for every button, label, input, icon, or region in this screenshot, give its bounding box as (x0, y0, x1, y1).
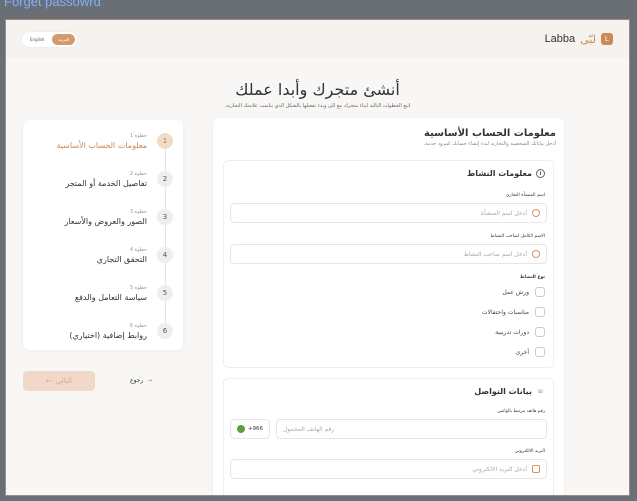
phone-label: رقم هاتف مرتبط بالواتس (497, 409, 545, 414)
step-circle: 5 (157, 285, 173, 301)
step-label: سياسة التعامل والدفع (74, 292, 147, 302)
step-6[interactable]: خطوة 6 روابط إضافية (اختياري) 6 (33, 316, 173, 346)
step-number-label: خطوة 1 (129, 132, 147, 139)
next-step-button[interactable]: ← التالي (23, 371, 95, 391)
brand-name-ar: لبّى (580, 33, 596, 46)
step-number-label: خطوة 4 (129, 246, 147, 253)
step-4[interactable]: خطوة 4 التحقق التجاري 4 (33, 240, 173, 270)
step-number-label: خطوة 5 (129, 284, 147, 291)
phone-row: +966 رقم الهاتف المحمول (224, 419, 553, 439)
saudi-flag-icon (236, 425, 245, 433)
contact-section: بيانات التواصل ☏ رقم هاتف مرتبط بالواتس … (223, 378, 554, 495)
step-number-label: خطوة 2 (129, 170, 147, 177)
activity-section: معلومات النشاط i اسم المنشأة التجاري أدخ… (223, 160, 554, 368)
lang-arabic[interactable]: العربية (52, 33, 76, 45)
option-label: ورش عمل (502, 288, 529, 296)
option-label: دورات تدريبية (495, 328, 529, 336)
option-label: مناسبات واحتفالات (481, 308, 529, 316)
checkbox[interactable] (535, 327, 545, 337)
owner-name-placeholder: أدخل اسم صاحب النشاط (463, 250, 527, 258)
activity-type-option[interactable]: دورات تدريبية (495, 327, 545, 337)
business-name-label: اسم المنشأة التجاري (505, 193, 545, 198)
form-subtitle: أدخل بياناتك الشخصية والتجارية لبدء إنشا… (423, 141, 557, 147)
email-label: البريد الالكتروني (514, 449, 545, 454)
step-circle: 4 (157, 247, 173, 263)
step-label: الصور والعروض والأسعار (64, 216, 147, 226)
brand-logo-icon: L (601, 33, 613, 45)
step-circle: 1 (157, 133, 173, 149)
hero: أنشئ متجرك وأبدا عملك اتبع الخطوات التال… (6, 80, 629, 109)
step-number-label: خطوة 3 (129, 208, 147, 215)
page-subtitle: اتبع الخطوات التالية لبناء متجرك مع لبّى… (224, 103, 411, 109)
top-bar: English العربية Labba لبّى L (6, 20, 629, 58)
activity-section-title: معلومات النشاط (467, 169, 532, 178)
step-circle: 6 (157, 323, 173, 339)
arrow-right-icon: → (147, 377, 153, 384)
step-label: روابط إضافية (اختياري) (69, 330, 147, 340)
step-label: معلومات الحساب الأساسية (56, 140, 147, 150)
checkbox[interactable] (535, 307, 545, 317)
lang-english[interactable]: English (24, 34, 50, 45)
contact-section-title: بيانات التواصل (474, 387, 532, 396)
info-icon: i (536, 169, 545, 178)
phone-placeholder: رقم الهاتف المحمول (283, 425, 335, 433)
window-title: Forget passowrd (4, 0, 101, 9)
back-button[interactable]: رجوع → (130, 377, 152, 384)
business-name-placeholder: أدخل اسم المنشأة (480, 209, 527, 217)
activity-type-label: نوع النشاط (519, 275, 545, 280)
activity-type-option[interactable]: أخرى (516, 347, 545, 357)
steps-panel: خطوة 1 معلومات الحساب الأساسية 1 خطوة 2 تف… (23, 120, 183, 350)
owner-name-input[interactable]: أدخل اسم صاحب النشاط (230, 244, 547, 264)
user-icon (532, 209, 540, 217)
page-title: أنشئ متجرك وأبدا عملك (235, 80, 400, 99)
language-switch[interactable]: English العربية (22, 31, 78, 47)
mail-icon (532, 465, 540, 473)
step-circle: 3 (157, 209, 173, 225)
step-3[interactable]: خطوة 3 الصور والعروض والأسعار 3 (33, 202, 173, 232)
option-label: أخرى (515, 348, 529, 356)
step-2[interactable]: خطوة 2 تفاصيل الخدمة أو المتجر 2 (33, 164, 173, 194)
form-card: معلومات الحساب الأساسية أدخل بياناتك الش… (213, 118, 564, 495)
step-label: التحقق التجاري (96, 254, 147, 264)
app-frame: English العربية Labba لبّى L أنشئ متجرك … (5, 19, 630, 496)
brand[interactable]: Labba لبّى L (545, 33, 613, 46)
phone-input[interactable]: رقم الهاتف المحمول (276, 419, 547, 439)
email-placeholder: أدخل البريد الالكتروني (472, 465, 527, 473)
activity-type-option[interactable]: مناسبات واحتفالات (482, 307, 545, 317)
arrow-left-icon: ← (45, 377, 52, 385)
business-name-input[interactable]: أدخل اسم المنشأة (230, 203, 547, 223)
back-label: رجوع (130, 377, 144, 384)
checkbox[interactable] (535, 347, 545, 357)
step-number-label: خطوة 6 (129, 322, 147, 329)
owner-name-label: الاسم الكامل لصاحب النشاط (490, 234, 545, 239)
form-title: معلومات الحساب الأساسية (424, 128, 556, 139)
checkbox[interactable] (535, 287, 545, 297)
step-5[interactable]: خطوة 5 سياسة التعامل والدفع 5 (33, 278, 173, 308)
next-step-label: التالي (55, 377, 73, 385)
email-input[interactable]: أدخل البريد الالكتروني (230, 459, 547, 479)
country-code: +966 (247, 426, 264, 432)
country-code-select[interactable]: +966 (230, 419, 270, 439)
activity-type-option[interactable]: ورش عمل (502, 287, 545, 297)
phone-icon: ☏ (537, 388, 544, 395)
step-circle: 2 (157, 171, 173, 187)
user-icon (532, 250, 540, 258)
step-label: تفاصيل الخدمة أو المتجر (65, 178, 147, 188)
step-1[interactable]: خطوة 1 معلومات الحساب الأساسية 1 (33, 126, 173, 156)
brand-name-en: Labba (544, 33, 576, 45)
